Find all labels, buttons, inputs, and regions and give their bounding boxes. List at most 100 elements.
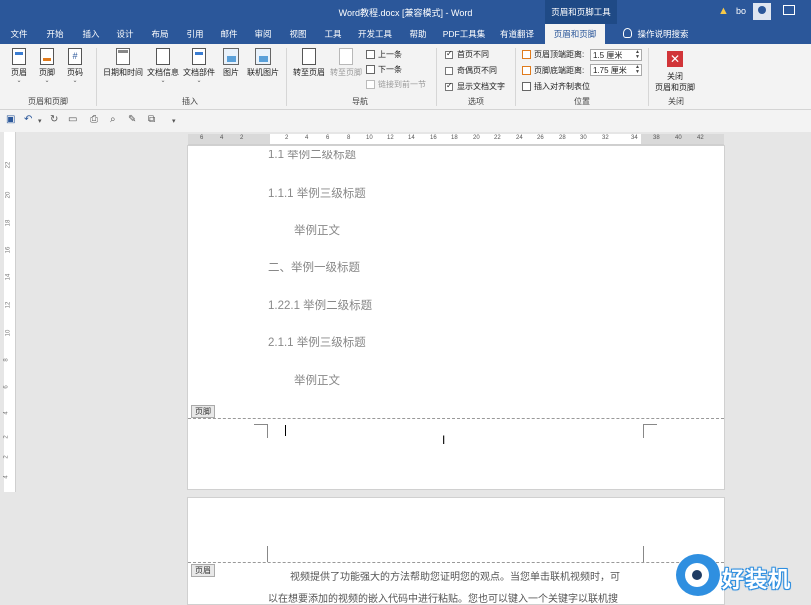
footer-from-bottom-label-row: 页脚底端距离:	[522, 65, 584, 76]
footer-button[interactable]: 页脚 ⌄	[36, 48, 58, 84]
format-painter-icon[interactable]: ✎	[128, 114, 136, 125]
tab-developer[interactable]: 开发工具	[352, 24, 398, 44]
tab-references[interactable]: 引用	[180, 24, 210, 44]
spinner-arrows-icon[interactable]: ▲ ▼	[635, 50, 640, 60]
tell-me-search[interactable]: 操作说明搜索	[616, 24, 696, 44]
online-picture-button[interactable]: 联机图片	[246, 48, 280, 78]
vertical-ruler[interactable]: 22 20 18 16 14 12 10 8 6 4 2 2 4	[4, 132, 16, 492]
footer-label: 页脚	[39, 68, 55, 77]
previous-button[interactable]: 上一条	[366, 49, 402, 60]
quick-parts-icon	[192, 48, 206, 65]
ruler-number: 14	[408, 135, 415, 141]
spinner-arrows-icon[interactable]: ▲ ▼	[635, 65, 640, 75]
ruler-number: 22	[5, 161, 12, 169]
header-button[interactable]: 页眉 ⌄	[8, 48, 30, 84]
body-paragraph[interactable]: 以在想要添加的视频的嵌入代码中进行粘贴。您也可以键入一个关键字以联机搜	[268, 590, 618, 605]
ruler-number: 6	[326, 135, 330, 141]
ruler-number: 28	[559, 135, 566, 141]
crop-mark	[643, 424, 657, 438]
alignment-tab-icon	[522, 82, 531, 91]
heading-1[interactable]: 二、举例一级标题	[268, 259, 360, 275]
picture-button[interactable]: 图片	[220, 48, 242, 78]
lightbulb-icon	[623, 28, 633, 38]
goto-header-button[interactable]: 转至页眉	[291, 48, 327, 78]
tab-pdf-tools[interactable]: PDF工具集	[438, 24, 490, 44]
ribbon: 页眉 ⌄ 页脚 ⌄ 页码 ⌄ 页眉和页脚 日期和时间 文档信息 ⌄ 文档部件 ⌄…	[0, 44, 811, 110]
tab-help[interactable]: 帮助	[403, 24, 433, 44]
footer-boundary-line	[188, 418, 724, 419]
calendar-clock-icon	[116, 48, 130, 65]
ruler-number: 6	[200, 135, 204, 141]
print-icon[interactable]: ⎙	[90, 114, 98, 125]
ruler-number: 32	[602, 135, 609, 141]
heading-3[interactable]: 1.1.1 举例三级标题	[268, 185, 366, 201]
horizontal-ruler[interactable]: 6 4 2 2 4 6 8 10 12 14 16 18 20 22 24 26…	[188, 134, 724, 145]
footer-position-icon	[522, 66, 531, 75]
document-info-button[interactable]: 文档信息 ⌄	[146, 48, 180, 84]
body-paragraph[interactable]: 举例正文	[294, 372, 340, 388]
tab-file[interactable]: 文件	[4, 24, 34, 44]
warning-icon[interactable]: ▲	[718, 5, 729, 17]
different-first-page-checkbox[interactable]: 首页不同	[445, 49, 489, 60]
goto-footer-button[interactable]: 转至页脚	[328, 48, 364, 78]
checkbox-checked-icon	[445, 49, 453, 59]
redo-icon[interactable]: ↻	[50, 114, 58, 125]
insert-alignment-tab-button[interactable]: 插入对齐制表位	[522, 81, 590, 92]
customize-icon[interactable]: ⧉	[148, 114, 155, 125]
different-odd-even-checkbox[interactable]: 奇偶页不同	[445, 65, 497, 76]
ruler-number: 6	[3, 385, 10, 389]
close-header-footer-button[interactable]: 关闭 页眉和页脚	[650, 71, 700, 93]
read-mode-icon[interactable]: ▭	[68, 114, 77, 125]
undo-icon[interactable]: ↶	[24, 114, 32, 125]
different-odd-even-label: 奇偶页不同	[457, 66, 497, 75]
chevron-down-icon: ⌄	[16, 78, 22, 84]
ruler-number: 8	[3, 358, 10, 362]
page-number-icon	[68, 48, 82, 65]
user-name[interactable]: bo	[736, 6, 746, 16]
tab-design[interactable]: 设计	[110, 24, 140, 44]
date-time-button[interactable]: 日期和时间	[101, 48, 145, 78]
print-preview-icon[interactable]: ⌕	[110, 114, 116, 125]
avatar[interactable]	[753, 3, 771, 20]
close-icon[interactable]: ✕	[667, 51, 683, 67]
tab-home[interactable]: 开始	[40, 24, 70, 44]
undo-dropdown-icon[interactable]: ▾	[38, 117, 42, 125]
group-divider	[96, 48, 97, 106]
picture-label: 图片	[223, 68, 239, 77]
tab-mailings[interactable]: 邮件	[214, 24, 244, 44]
tab-view[interactable]: 视图	[283, 24, 313, 44]
tab-insert[interactable]: 插入	[76, 24, 106, 44]
header-from-top-input[interactable]: 1.5 厘米 ▲ ▼	[590, 49, 642, 61]
next-button[interactable]: 下一条	[366, 64, 402, 75]
document-info-icon	[156, 48, 170, 65]
page-number-button[interactable]: 页码 ⌄	[64, 48, 86, 84]
online-picture-icon	[255, 48, 271, 65]
ribbon-display-options-icon[interactable]	[783, 5, 795, 15]
group-label-header-footer: 页眉和页脚	[28, 97, 68, 106]
ruler-number: 2	[3, 435, 10, 439]
chevron-down-icon: ⌄	[196, 78, 202, 84]
body-paragraph[interactable]: 视频提供了功能强大的方法帮助您证明您的观点。当您单击联机视频时，可	[290, 568, 620, 583]
chevron-down-icon: ⌄	[160, 78, 166, 84]
chevron-down-icon: ⌄	[44, 78, 50, 84]
footer-from-bottom-input[interactable]: 1.75 厘米 ▲ ▼	[590, 64, 642, 76]
tab-tools[interactable]: 工具	[318, 24, 348, 44]
group-label-insert: 插入	[182, 97, 198, 106]
ruler-number: 18	[451, 135, 458, 141]
link-to-previous-button[interactable]: 链接到前一节	[366, 79, 426, 90]
quick-parts-button[interactable]: 文档部件 ⌄	[182, 48, 216, 84]
save-icon[interactable]: ▣	[6, 114, 15, 125]
next-label: 下一条	[378, 65, 402, 74]
heading-3[interactable]: 2.1.1 举例三级标题	[268, 334, 366, 350]
group-divider	[436, 48, 437, 106]
tab-header-footer[interactable]: 页眉和页脚	[545, 24, 605, 44]
footer-tag: 页脚	[191, 405, 215, 418]
customize-qat-dropdown-icon[interactable]: ▾	[172, 117, 176, 125]
heading-2[interactable]: 1.22.1 举例二级标题	[268, 297, 372, 313]
tab-review[interactable]: 审阅	[248, 24, 278, 44]
body-paragraph[interactable]: 举例正文	[294, 222, 340, 238]
goto-footer-label: 转至页脚	[330, 68, 362, 77]
tab-youdao-translate[interactable]: 有道翻译	[494, 24, 540, 44]
tab-layout[interactable]: 布局	[145, 24, 175, 44]
show-document-text-checkbox[interactable]: 显示文档文字	[445, 81, 505, 92]
